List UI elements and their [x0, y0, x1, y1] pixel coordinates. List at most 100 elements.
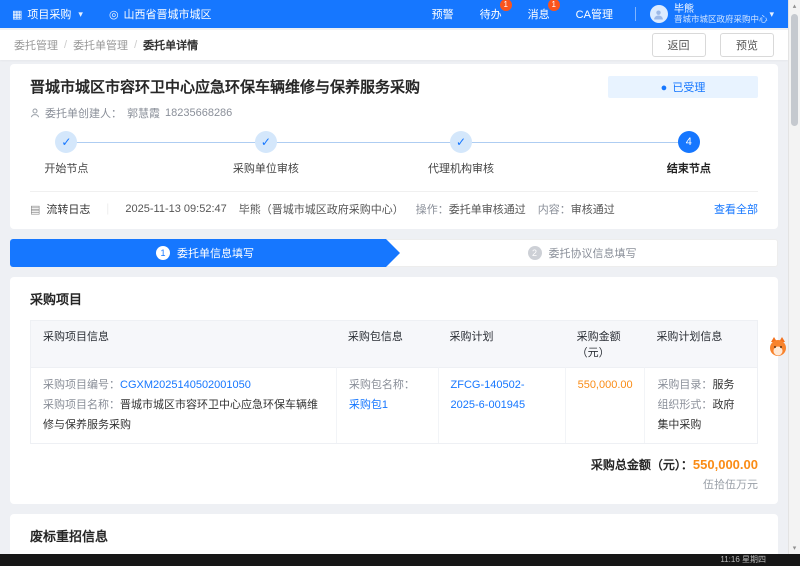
log-action: 操作：委托单审核通过	[416, 201, 526, 217]
log-content-value: 审核通过	[570, 204, 615, 216]
user-menu[interactable]: 毕熊 晋城市城区政府采购中心	[674, 4, 768, 24]
step-number: 4	[677, 131, 700, 153]
plan-no-link[interactable]: ZFCG-140502-2025-6-001945	[451, 379, 526, 411]
user-chevron-down-icon[interactable]: ▾	[769, 9, 774, 20]
tab-entrust-info[interactable]: 1 委托单信息填写	[10, 239, 400, 267]
package-link[interactable]: 采购包1	[349, 399, 388, 411]
catalog-line: 采购目录：服务	[657, 376, 745, 396]
step-start-node: ✓ 开始节点	[6, 131, 126, 176]
procurement-table: 采购项目信息 采购包信息 采购计划 采购金额（元） 采购计划信息 采购项目编号：…	[30, 320, 758, 445]
region-selector[interactable]: ◎ 山西省晋城市城区	[109, 6, 212, 22]
nav-todo-label: 待办	[479, 9, 502, 21]
catalog-label: 采购目录：	[657, 379, 713, 391]
vertical-scrollbar[interactable]: ▴ ▾	[788, 0, 800, 554]
user-org: 晋城市城区政府采购中心	[673, 13, 768, 24]
cell-package: 采购包名称： 采购包1	[335, 367, 438, 444]
todo-count-badge: 1	[499, 0, 512, 11]
project-name-line: 采购项目名称：晋城市城区市容环卫中心应急环保车辆维修与保养服务采购	[43, 396, 324, 436]
step-check-icon: ✓	[449, 131, 472, 153]
taskbar-clock: 11:16 星期四	[720, 555, 766, 564]
col-header-amount: 采购金额（元）	[576, 331, 621, 359]
cell-plan-info: 采购目录：服务 组织形式：政府集中采购	[644, 367, 757, 444]
col-header-plan-info: 采购计划信息	[656, 331, 723, 343]
top-header-bar: ▦ 项目采购 ▾ ◎ 山西省晋城市城区 预警 待办 1 消息 1 CA管理 毕熊…	[0, 0, 788, 28]
location-icon: ◎	[108, 8, 119, 21]
total-amount-row: 采购总金额（元）：550,000.00	[30, 456, 758, 473]
table-row: 采购项目编号：CGXM2025140502001050 采购项目名称：晋城市城区…	[31, 367, 757, 444]
step-end-node: 4 结束节点	[629, 131, 749, 176]
col-header-package-info: 采购包信息	[347, 331, 403, 343]
fox-mascot-icon	[770, 337, 786, 356]
nav-todo[interactable]: 待办 1	[479, 0, 512, 22]
breadcrumb-separator: /	[134, 39, 138, 51]
header-right: 预警 待办 1 消息 1 CA管理 毕熊 晋城市城区政府采购中心 ▾	[406, 0, 774, 24]
project-no-line: 采购项目编号：CGXM2025140502001050	[43, 376, 324, 396]
breadcrumb-item-entrust-mgmt[interactable]: 委托管理	[14, 37, 58, 53]
step-purchaser-review: ✓ 采购单位审核	[206, 131, 326, 176]
log-action-value: 委托单审核通过	[448, 204, 526, 216]
page-actions: 返回 预览	[642, 33, 774, 57]
nav-messages-label: 消息	[527, 9, 550, 21]
log-icon: ▤	[30, 203, 41, 216]
status-badge-label: 已受理	[672, 82, 706, 94]
floating-assistant-icon[interactable]	[766, 336, 790, 364]
view-all-link[interactable]: 查看全部	[714, 201, 758, 217]
title-row: 晋城市城区市容环卫中心应急环保车辆维修与保养服务采购 ● 已受理	[30, 76, 758, 98]
scroll-up-icon[interactable]: ▴	[789, 2, 800, 10]
log-action-label: 操作：	[415, 204, 449, 216]
log-operator: 毕熊（晋城市城区政府采购中心）	[238, 204, 404, 216]
section-title-rebid: 废标重招信息	[30, 529, 109, 545]
apps-menu-label: 项目采购	[27, 9, 72, 21]
org-form-line: 组织形式：政府集中采购	[657, 396, 745, 436]
os-taskbar: 11:16 星期四	[0, 554, 800, 566]
apps-menu[interactable]: ▦ 项目采购 ▾	[12, 6, 83, 22]
status-badge: ● 已受理	[608, 76, 758, 98]
procurement-project-card: 采购项目 采购项目信息 采购包信息 采购计划 采购金额（元） 采购计划信息 采购…	[10, 277, 778, 505]
flow-log-label: 流转日志	[46, 204, 91, 216]
table-header-row: 采购项目信息 采购包信息 采购计划 采购金额（元） 采购计划信息	[31, 321, 757, 367]
log-time: 2025-11-13 09:52:47	[125, 203, 227, 215]
org-form-label: 组织形式：	[657, 398, 713, 411]
tab-number: 2	[527, 246, 542, 260]
step-label: 开始节点	[44, 163, 89, 175]
avatar[interactable]	[649, 5, 668, 23]
total-amount-chinese: 伍拾伍万元	[703, 479, 758, 492]
total-amount-label: 采购总金额（元）：	[590, 458, 693, 473]
step-check-icon: ✓	[55, 131, 78, 153]
scroll-down-icon[interactable]: ▾	[789, 544, 800, 552]
page-title: 晋城市城区市容环卫中心应急环保车辆维修与保养服务采购	[30, 79, 421, 96]
back-button[interactable]: 返回	[651, 33, 706, 57]
project-no-link[interactable]: CGXM2025140502001050	[120, 379, 251, 391]
nav-alerts[interactable]: 预警	[432, 6, 454, 22]
project-name-label: 采购项目名称：	[43, 398, 120, 411]
scrollbar-thumb[interactable]	[791, 14, 798, 126]
col-header-plan: 采购计划	[449, 331, 494, 343]
creator-label: 委托单创建人：	[45, 108, 122, 120]
tab-agreement-info[interactable]: 2 委托协议信息填写	[386, 239, 778, 267]
user-icon	[654, 9, 664, 19]
section-title-procurement: 采购项目	[30, 292, 83, 307]
package-label: 采购包名称：	[348, 379, 415, 391]
cell-amount: 550,000.00	[564, 367, 645, 444]
log-content-label: 内容：	[537, 204, 571, 216]
tab-label: 委托单信息填写	[177, 248, 254, 260]
log-divider: ｜	[102, 204, 114, 216]
catalog-value: 服务	[712, 379, 735, 391]
breadcrumb-bar: 委托管理 / 委托单管理 / 委托单详情 返回 预览	[0, 30, 788, 60]
step-label: 结束节点	[666, 163, 711, 175]
step-check-icon: ✓	[254, 131, 277, 153]
message-count-badge: 1	[547, 0, 560, 11]
cell-plan-no: ZFCG-140502-2025-6-001945	[437, 367, 565, 444]
nav-messages[interactable]: 消息 1	[527, 0, 560, 22]
creator-phone: 18235668286	[165, 107, 233, 119]
header-left: ▦ 项目采购 ▾ ◎ 山西省晋城市城区	[12, 6, 238, 22]
app-window: ▦ 项目采购 ▾ ◎ 山西省晋城市城区 预警 待办 1 消息 1 CA管理 毕熊…	[0, 0, 800, 566]
preview-button[interactable]: 预览	[720, 33, 774, 57]
breadcrumb-item-order-mgmt[interactable]: 委托单管理	[73, 37, 128, 53]
region-label: 山西省晋城市城区	[123, 9, 212, 21]
status-dot-icon: ●	[660, 82, 668, 94]
breadcrumb: 委托管理 / 委托单管理 / 委托单详情	[14, 37, 198, 53]
breadcrumb-item-order-detail: 委托单详情	[143, 40, 199, 52]
nav-ca-manage[interactable]: CA管理	[576, 6, 613, 22]
step-agency-review: ✓ 代理机构审核	[401, 131, 521, 176]
